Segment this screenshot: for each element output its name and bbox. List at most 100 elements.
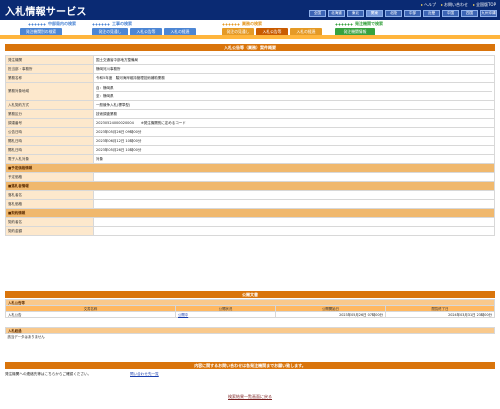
area-to: 至：静岡県 xyxy=(96,93,114,98)
table-row: 入札公告 公開中 2023年05月26日 07時00分 2024年03月31日 … xyxy=(5,311,495,318)
table-row: 予定価格 xyxy=(5,172,495,182)
table-row: 業務名称 令和5年度 駿河海岸維持管理技術補助業務 xyxy=(5,73,495,83)
row-label: 開札日時 xyxy=(5,136,94,146)
group-label: 工事の検索 xyxy=(112,21,132,26)
row-label: 契約金額 xyxy=(5,226,94,236)
tab-service-outlook[interactable]: 発注の見通し xyxy=(222,28,254,35)
row-label: 開札日時 xyxy=(5,145,94,155)
doc-status-link[interactable]: 公開中 xyxy=(178,313,188,317)
row-label: 発注機関 xyxy=(5,55,94,65)
progress-table: 入札経過 該当データはありません xyxy=(5,327,495,340)
tab-underline xyxy=(0,35,500,39)
dots-decoration xyxy=(92,22,110,26)
row-value xyxy=(93,226,495,236)
group-agency-search: 発注機関で検索 xyxy=(335,21,383,27)
section-contract: ■契約情報 xyxy=(5,208,495,218)
region-kanto[interactable]: 関東 xyxy=(366,10,383,17)
tab-agency-info[interactable]: 発注機関情報 xyxy=(335,28,375,35)
doc-start: 2023年05月26日 07時00分 xyxy=(275,311,386,318)
row-label: 業務区分 xyxy=(5,109,94,119)
back-to-results-link[interactable]: 検索結果一覧画面に戻る xyxy=(228,394,272,399)
row-value: 2023年05月26日 10時00分 xyxy=(93,145,495,155)
table-row: 契約者名 xyxy=(5,217,495,227)
table-row: 契約金額 xyxy=(5,226,495,236)
site-logo[interactable]: 入札情報サービス xyxy=(5,3,87,18)
row-label: 公告日時 xyxy=(5,127,94,137)
row-label: 業務名称 xyxy=(5,73,94,83)
row-value: 技術調査業務 xyxy=(93,109,495,119)
group-label: 中部局内の検索 xyxy=(48,21,76,26)
top-links: ヘルプ お問い合わせ 全国版TOP xyxy=(421,2,496,8)
tab-construction-progress[interactable]: 入札の経過 xyxy=(164,28,196,35)
row-value xyxy=(93,199,495,209)
section-row: ■予定価格情報 xyxy=(5,163,495,173)
table-row: 調達番号 20230524000020004 ※発注機関別に定めるコード xyxy=(5,118,495,128)
table-row: 落札者名 xyxy=(5,190,495,200)
group-label: 業務の検索 xyxy=(242,21,262,26)
nav-tabs: 中部局内の検索 工事の検索 業務の検索 発注機関で検索 発注機関別の検索 発注の… xyxy=(0,20,500,36)
row-label: 予定価格 xyxy=(5,172,94,182)
contact-panel: 内容に関するお問い合わせは各発注機関までお願い致します。 発注機関への連絡先等は… xyxy=(5,362,495,379)
tab-service-notice[interactable]: 入札公告等 xyxy=(256,28,288,35)
tab-agency-local[interactable]: 発注機関別の検索 xyxy=(20,28,62,35)
region-kyushu[interactable]: 九州沖縄 xyxy=(480,10,497,17)
doc-name: 入札公告 xyxy=(5,311,176,318)
row-value: 20230524000020004 ※発注機関別に定めるコード xyxy=(93,118,495,128)
region-selector: 全国 北海道 東北 関東 北陸 中部 近畿 中国 四国 九州沖縄 xyxy=(309,10,497,17)
region-shikoku[interactable]: 四国 xyxy=(461,10,478,17)
table-row: 業務区分 技術調査業務 xyxy=(5,109,495,119)
group-label: 発注機関で検索 xyxy=(355,21,383,26)
table-row: 該当データはありません xyxy=(6,334,495,340)
region-hokkaido[interactable]: 北海道 xyxy=(328,10,345,17)
contact-list-link[interactable]: 問い合わせ先一覧 xyxy=(130,372,159,377)
region-hokuriku[interactable]: 北陸 xyxy=(385,10,402,17)
documents-title: 公開文書 xyxy=(5,291,495,298)
contact-link[interactable]: お問い合わせ xyxy=(441,2,468,8)
detail-title: 入札公告等（業務）案件概要 xyxy=(5,44,495,51)
dots-decoration xyxy=(335,22,353,26)
detail-table: 発注機関 国土交通省中部地方整備局 担当部・事務所 静岡河川事務所 業務名称 令和5年… xyxy=(5,55,495,236)
tab-construction-outlook[interactable]: 発注の見通し xyxy=(92,28,128,35)
table-row: 開札日時 2023年05月26日 10時00分 xyxy=(5,145,495,155)
row-label: 担当部・事務所 xyxy=(5,64,94,74)
table-row: 発注機関 国土交通省中部地方整備局 xyxy=(5,55,495,65)
region-chugoku[interactable]: 中国 xyxy=(442,10,459,17)
region-tohoku[interactable]: 東北 xyxy=(347,10,364,17)
national-top-link[interactable]: 全国版TOP xyxy=(473,2,496,8)
contact-bar: 内容に関するお問い合わせは各発注機関までお願い致します。 xyxy=(5,362,495,369)
group-local-search: 中部局内の検索 xyxy=(28,21,76,27)
detail-panel: 入札公告等（業務）案件概要 xyxy=(5,44,495,51)
contact-text: 発注機関への連絡先等はこちらからご確認ください。 xyxy=(5,372,92,376)
table-row: 電子入札対象 対象 xyxy=(5,154,495,164)
table-row: 公告日時 2023年05月26日 09時00分 xyxy=(5,127,495,137)
row-label: 落札価格 xyxy=(5,199,94,209)
documents-table: 入札公告等 文書名称 公開状況 公開開始日 閲覧終了日 入札公告 公開中 202… xyxy=(5,299,495,318)
region-national[interactable]: 全国 xyxy=(309,10,326,17)
documents-panel: 公開文書 xyxy=(5,291,495,298)
group-construction-search: 工事の検索 xyxy=(92,21,132,27)
row-value: 自：静岡県 至：静岡県 xyxy=(93,82,495,101)
section-row: ■契約情報 xyxy=(5,208,495,218)
section-estimate: ■予定価格情報 xyxy=(5,163,495,173)
row-label: 入札契約方式 xyxy=(5,100,94,110)
empty-message: 該当データはありません xyxy=(7,335,45,340)
table-row: 落札価格 xyxy=(5,199,495,209)
table-row: 入札契約方式 一般競争入札(標準型) xyxy=(5,100,495,110)
region-kinki[interactable]: 近畿 xyxy=(423,10,440,17)
contact-row: 発注機関への連絡先等はこちらからご確認ください。 問い合わせ先一覧 xyxy=(5,371,495,379)
dots-decoration xyxy=(28,22,46,26)
row-value: 静岡河川事務所 xyxy=(93,64,495,74)
area-from: 自：静岡県 xyxy=(96,84,492,92)
region-chubu[interactable]: 中部 xyxy=(404,10,421,17)
dots-decoration xyxy=(222,22,240,26)
table-row: 業務対象地域 自：静岡県 至：静岡県 xyxy=(5,82,495,101)
tab-service-progress[interactable]: 入札の経過 xyxy=(290,28,322,35)
row-label: 電子入札対象 xyxy=(5,154,94,164)
row-label: 落札者名 xyxy=(5,190,94,200)
section-row: ■落札者情報 xyxy=(5,181,495,191)
help-link[interactable]: ヘルプ xyxy=(421,2,436,8)
tab-construction-notice[interactable]: 入札公告等 xyxy=(130,28,162,35)
row-value: 対象 xyxy=(93,154,495,164)
footer: 検索結果一覧画面に戻る xyxy=(0,394,500,400)
row-label: 業務対象地域 xyxy=(5,82,94,101)
